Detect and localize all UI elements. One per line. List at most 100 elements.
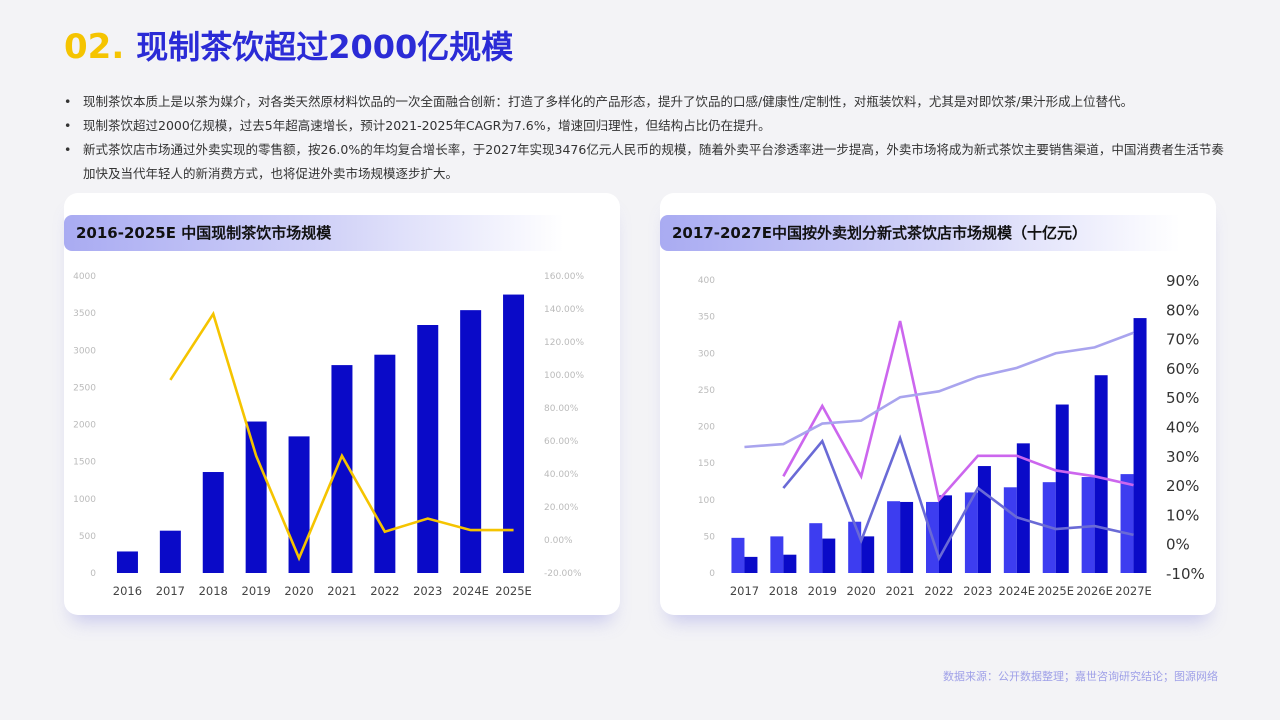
x-tick-label: 2016	[113, 584, 142, 598]
x-tick-label: 2017	[730, 584, 759, 598]
chart-bar	[783, 554, 797, 573]
chart-bar	[964, 492, 978, 573]
y-tick-label: 1500	[73, 458, 96, 468]
chart-right: 400 350 300 250 200 150 100 50 0 90% 80% 70% 60% 50% 4…	[698, 272, 1205, 598]
y2-tick-label: 40%	[1166, 419, 1199, 437]
x-tick-label: 2022	[370, 584, 399, 598]
y2-tick-label: 100.00%	[544, 371, 584, 381]
x-tick-label: 2023	[963, 584, 992, 598]
chart-bar	[731, 537, 745, 573]
chart-card-left: 2016-2025E 中国现制茶饮市场规模 4000 3500 3000 2500 20…	[64, 193, 620, 615]
y-tick-label: 150	[698, 459, 715, 469]
y-tick-label: 50	[704, 532, 716, 542]
chart-bar	[1055, 404, 1069, 573]
chart-bar	[116, 551, 138, 573]
y2-tick-label: -10%	[1166, 565, 1205, 583]
chart-bar	[861, 536, 875, 573]
bullet-item: 新式茶饮店市场通过外卖实现的零售额，按26.0%的年均复合增长率，于2027年实…	[64, 138, 1234, 186]
bullet-list: 现制茶饮本质上是以茶为媒介，对各类天然原材料饮品的一次全面融合创新：打造了多样化…	[64, 90, 1234, 186]
y2-tick-label: 30%	[1166, 448, 1199, 466]
chart-card-right: 2017-2027E中国按外卖划分新式茶饮店市场规模（十亿元） 400 350 30…	[660, 193, 1216, 615]
chart-bar	[1133, 318, 1147, 573]
x-tick-label: 2023	[413, 584, 442, 598]
chart-bar	[288, 436, 310, 573]
y2-tick-label: 20.00%	[544, 503, 579, 513]
y-tick-label: 4000	[73, 272, 96, 282]
x-tick-label: 2021	[327, 584, 356, 598]
page-header: 02. 现制茶饮超过2000亿规模	[64, 22, 513, 68]
x-tick-label: 2019	[808, 584, 837, 598]
y2-tick-label: 70%	[1166, 331, 1199, 349]
y-tick-label: 0	[709, 569, 715, 579]
chart-bar	[770, 536, 784, 573]
y2-tick-label: -20.00%	[544, 569, 582, 579]
page-title: 现制茶饮超过2000亿规模	[136, 28, 514, 66]
chart-left: 4000 3500 3000 2500 2000 1500 1000 500 0 160.00% 1…	[73, 272, 584, 598]
x-tick-label: 2018	[199, 584, 228, 598]
chart-bar	[900, 501, 914, 573]
x-tick-label: 2025E	[495, 584, 532, 598]
chart-line	[782, 434, 1134, 562]
chart-bar	[460, 310, 482, 573]
y-tick-label: 250	[698, 386, 715, 396]
chart-bar	[744, 556, 758, 573]
x-tick-label: 2022	[924, 584, 953, 598]
x-tick-label: 2019	[242, 584, 271, 598]
chart-bar	[887, 501, 901, 573]
chart-bar	[977, 466, 991, 573]
y-tick-label: 3000	[73, 346, 96, 356]
bullet-item: 现制茶饮超过2000亿规模，过去5年超高速增长，预计2021-2025年CAGR…	[64, 114, 1234, 138]
y-tick-label: 0	[90, 569, 96, 579]
y2-tick-label: 140.00%	[544, 305, 584, 315]
y2-tick-label: 50%	[1166, 389, 1199, 407]
y2-tick-label: 160.00%	[544, 272, 584, 282]
chart-bar	[1003, 487, 1017, 573]
y-tick-label: 2000	[73, 421, 96, 431]
data-source-note: 数据来源：公开数据整理；嘉世咨询研究结论；图源网络	[943, 670, 1218, 683]
chart-bar	[1094, 375, 1108, 573]
y-tick-label: 300	[698, 349, 715, 359]
bullet-item: 现制茶饮本质上是以茶为媒介，对各类天然原材料饮品的一次全面融合创新：打造了多样化…	[64, 90, 1234, 114]
x-tick-label: 2020	[284, 584, 313, 598]
section-number: 02.	[64, 27, 125, 67]
chart-line	[744, 331, 1135, 449]
chart-bar	[822, 538, 836, 573]
y2-tick-label: 60.00%	[544, 437, 579, 447]
y2-tick-label: 20%	[1166, 477, 1199, 495]
y-tick-label: 3500	[73, 309, 96, 319]
chart-bar	[159, 530, 181, 573]
y-tick-label: 2500	[73, 383, 96, 393]
chart-bar	[1016, 443, 1030, 573]
y2-tick-label: 0%	[1166, 536, 1190, 554]
x-tick-label: 2018	[769, 584, 798, 598]
chart-bar	[417, 325, 439, 573]
y-tick-label: 200	[698, 423, 715, 433]
y2-tick-label: 0.00%	[544, 536, 573, 546]
y-tick-label: 400	[698, 276, 715, 286]
y2-tick-label: 80%	[1166, 301, 1199, 319]
x-tick-label: 2024E	[999, 584, 1036, 598]
y2-tick-label: 80.00%	[544, 404, 579, 414]
chart-bar	[809, 523, 823, 573]
y-tick-label: 500	[79, 532, 96, 542]
chart-bar	[202, 472, 224, 573]
chart-bar	[939, 495, 952, 573]
y2-tick-label: 90%	[1166, 272, 1199, 290]
chart-bar	[1120, 474, 1134, 573]
x-tick-label: 2027E	[1115, 584, 1152, 598]
y2-tick-label: 10%	[1166, 506, 1199, 524]
x-tick-label: 2026E	[1076, 584, 1113, 598]
y2-tick-label: 120.00%	[544, 338, 584, 348]
y2-tick-label: 40.00%	[544, 470, 579, 480]
chart-bar	[848, 521, 862, 573]
y-tick-label: 350	[698, 313, 715, 323]
x-tick-label: 2025E	[1037, 584, 1074, 598]
x-tick-label: 2024E	[452, 584, 489, 598]
y-tick-label: 100	[698, 496, 715, 506]
x-tick-label: 2021	[885, 584, 914, 598]
x-tick-label: 2020	[847, 584, 876, 598]
chart-bar	[374, 354, 396, 573]
x-tick-label: 2017	[156, 584, 185, 598]
chart-bar	[245, 421, 267, 573]
y2-tick-label: 60%	[1166, 360, 1199, 378]
